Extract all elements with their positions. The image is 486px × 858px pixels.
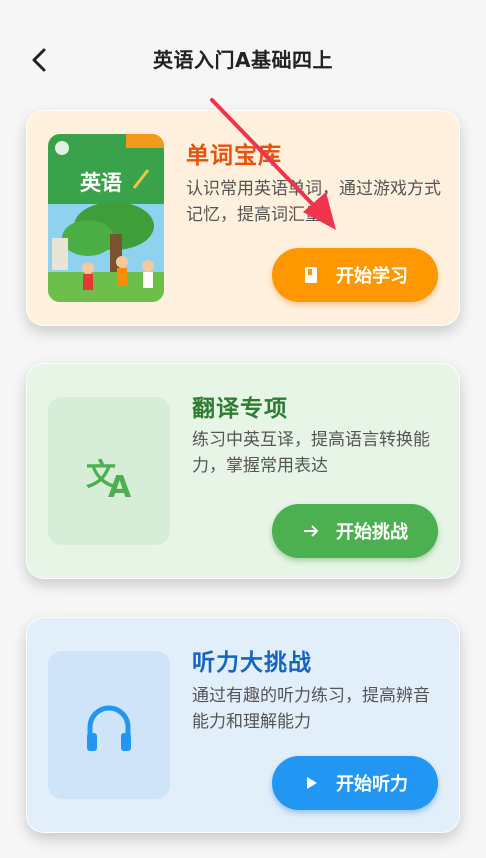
translation-card-description: 练习中英互译，提高语言转换能力，掌握常用表达 <box>192 430 430 476</box>
page-title: 英语入门A基础四上 <box>153 48 333 72</box>
svg-text:A: A <box>108 470 132 505</box>
headphones-icon <box>87 705 131 751</box>
listening-card-description: 通过有趣的听力练习，提高辨音能力和理解能力 <box>192 686 430 732</box>
start-challenge-label: 开始挑战 <box>336 522 408 543</box>
translate-icon: 文 A <box>86 458 132 505</box>
vocab-card-title: 单词宝库 <box>186 143 282 169</box>
listening-card[interactable]: 听力大挑战 通过有趣的听力练习，提高辨音能力和理解能力 开始听力 <box>26 617 460 833</box>
listening-icon-box <box>48 651 170 799</box>
translation-card-title: 翻译专项 <box>192 396 288 422</box>
cover-title: 英语 <box>80 171 122 195</box>
start-listening-label: 开始听力 <box>336 774 408 795</box>
arrow-right-icon <box>304 525 319 537</box>
translation-icon-box: 文 A <box>48 397 170 545</box>
vocab-card-description: 认识常用英语单词，通过游戏方式记忆，提高词汇量 <box>186 179 441 225</box>
textbook-cover-image: 英语 <box>48 134 164 302</box>
start-listening-button[interactable]: 开始听力 <box>272 756 438 810</box>
play-icon <box>307 777 317 789</box>
book-icon <box>305 267 317 283</box>
listening-card-title: 听力大挑战 <box>192 650 312 676</box>
translation-card[interactable]: 文 A 翻译专项 练习中英互译，提高语言转换能力，掌握常用表达 开始挑战 <box>26 363 460 579</box>
header-bar: 英语入门A基础四上 <box>0 0 486 120</box>
vocab-card[interactable]: 英语 单词宝库 认识常用英语单词，通过游戏方式记忆，提高词汇量 开始学习 <box>26 110 460 326</box>
start-learning-label: 开始学习 <box>336 266 408 287</box>
start-learning-button[interactable]: 开始学习 <box>272 248 438 302</box>
start-challenge-button[interactable]: 开始挑战 <box>272 504 438 558</box>
